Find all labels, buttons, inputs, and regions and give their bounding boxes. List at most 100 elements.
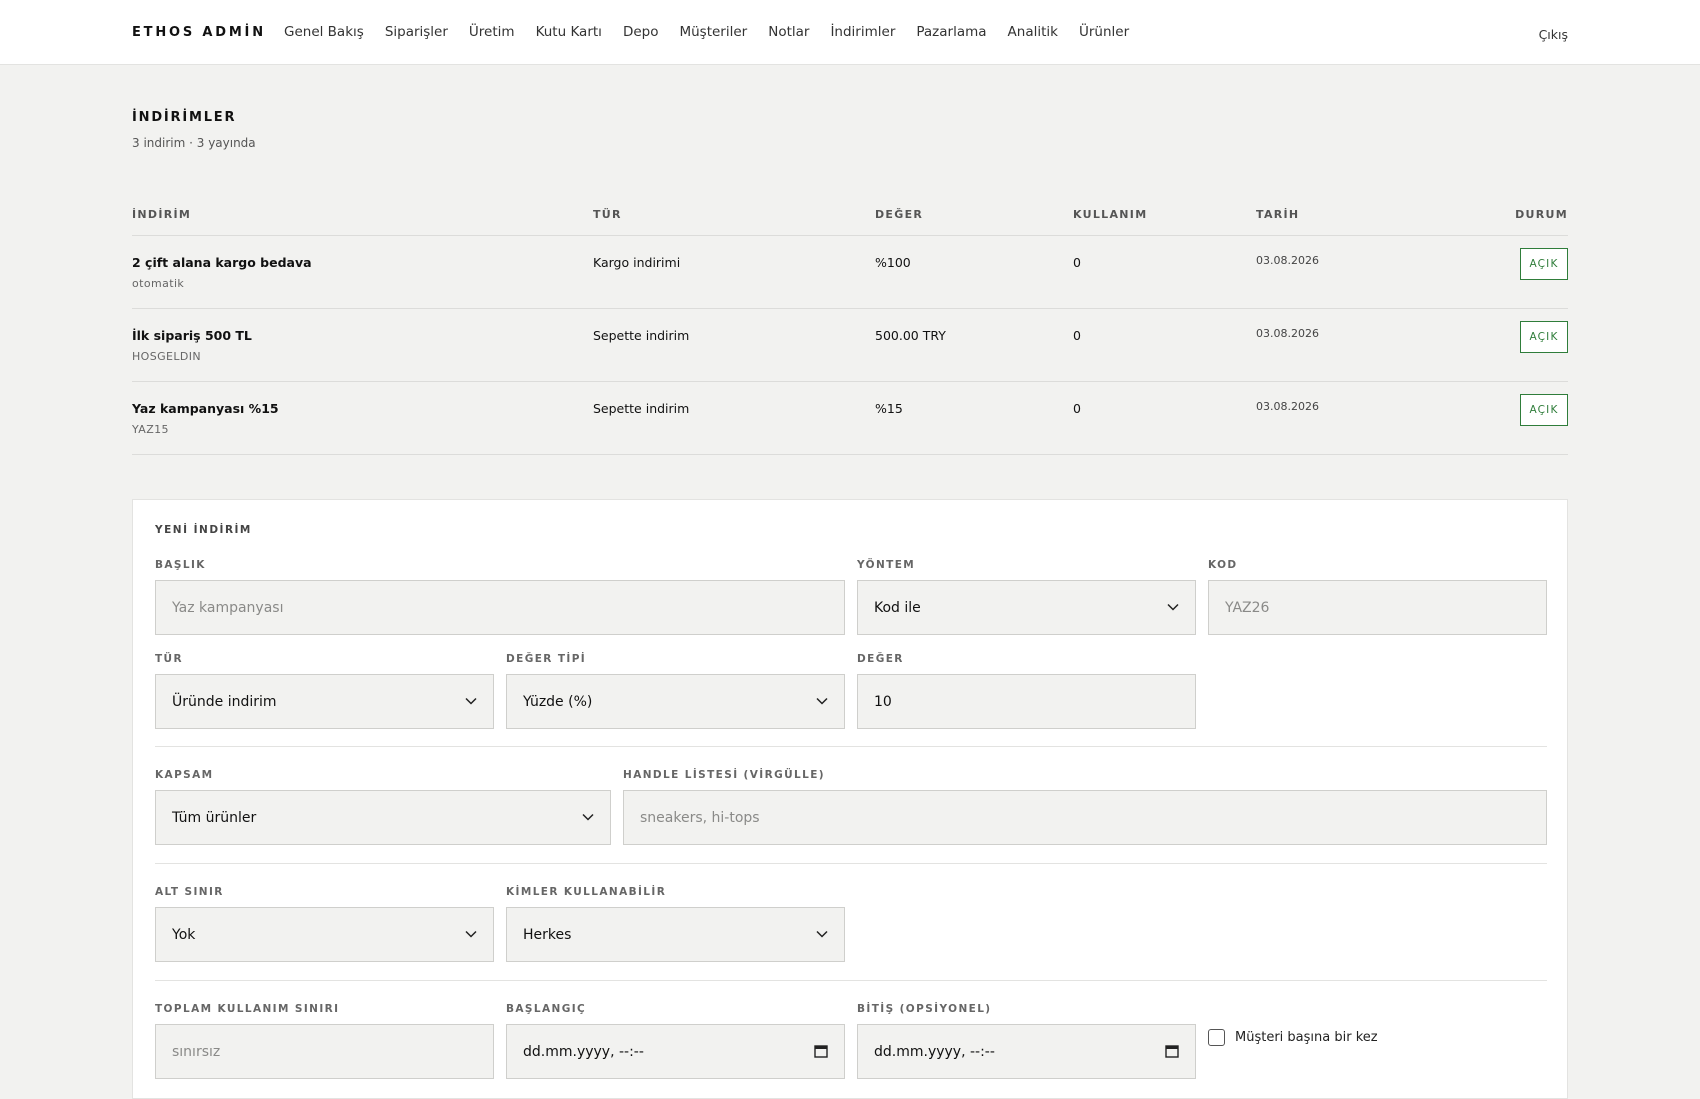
end-date-value: dd.mm.yyyy, --:--: [874, 1043, 995, 1060]
discount-date: 03.08.2026: [1256, 400, 1319, 413]
discount-table-header: İNDİRİM TÜR DEĞER KULLANIM TARİH DURUM: [132, 208, 1568, 236]
once-per-customer-option[interactable]: Müşteri başına bir kez: [1208, 1029, 1378, 1046]
discount-date: 03.08.2026: [1256, 327, 1319, 340]
chevron-down-icon: [582, 813, 594, 821]
column-header-status: DURUM: [1515, 208, 1568, 221]
discount-type: Kargo indirimi: [593, 255, 681, 270]
discount-date: 03.08.2026: [1256, 254, 1319, 267]
value-input-value: 10: [874, 693, 892, 710]
discount-usage: 0: [1073, 255, 1081, 270]
code-label: KOD: [1208, 559, 1238, 571]
column-header-value: DEĞER: [875, 208, 924, 221]
table-row[interactable]: İlk sipariş 500 TL HOSGELDIN Sepette ind…: [132, 309, 1568, 382]
scope-select-value: Tüm ürünler: [172, 809, 257, 826]
nav-item-discounts[interactable]: İndirimler: [830, 24, 895, 40]
nav-item-notes[interactable]: Notlar: [768, 24, 809, 40]
nav-item-customers[interactable]: Müşteriler: [679, 24, 747, 40]
code-input-placeholder: YAZ26: [1225, 599, 1270, 616]
discount-code: otomatik: [132, 277, 185, 290]
panel-title: YENİ İNDİRİM: [155, 524, 252, 536]
method-select-value: Kod ile: [874, 599, 921, 616]
table-row[interactable]: Yaz kampanyası %15 YAZ15 Sepette indirim…: [132, 382, 1568, 455]
method-select[interactable]: Kod ile: [857, 580, 1196, 635]
chevron-down-icon: [465, 930, 477, 938]
section-divider: [155, 980, 1547, 981]
discount-code: YAZ15: [132, 423, 169, 436]
usage-limit-input[interactable]: sınırsız: [155, 1024, 494, 1079]
chevron-down-icon: [816, 697, 828, 705]
scope-select[interactable]: Tüm ürünler: [155, 790, 611, 845]
discount-name: 2 çift alana kargo bedava: [132, 255, 312, 270]
discount-type: Sepette indirim: [593, 328, 690, 343]
value-type-label: DEĞER TİPİ: [506, 653, 587, 665]
discount-usage: 0: [1073, 401, 1081, 416]
column-header-usage: KULLANIM: [1073, 208, 1148, 221]
end-date-label: BİTİŞ (OPSİYONEL): [857, 1003, 992, 1015]
usage-limit-placeholder: sınırsız: [172, 1043, 221, 1060]
code-input[interactable]: YAZ26: [1208, 580, 1547, 635]
method-label: YÖNTEM: [857, 559, 916, 571]
logout-link[interactable]: Çıkış: [1539, 27, 1568, 42]
chevron-down-icon: [465, 697, 477, 705]
status-badge[interactable]: AÇIK: [1520, 394, 1568, 426]
end-date-input[interactable]: dd.mm.yyyy, --:--: [857, 1024, 1196, 1079]
eligibility-select[interactable]: Herkes: [506, 907, 845, 962]
discount-name: İlk sipariş 500 TL: [132, 328, 252, 343]
section-divider: [155, 863, 1547, 864]
page-title: İNDİRİMLER: [132, 110, 237, 125]
nav-item-products[interactable]: Ürünler: [1079, 24, 1129, 40]
discount-code: HOSGELDIN: [132, 350, 202, 363]
eligibility-label: KİMLER KULLANABİLİR: [506, 886, 667, 898]
type-select[interactable]: Üründe indirim: [155, 674, 494, 729]
discount-value: %100: [875, 255, 911, 270]
calendar-icon[interactable]: [814, 1044, 828, 1058]
top-navigation-bar: ETHOS ADMİN Genel Bakış Siparişler Üreti…: [0, 0, 1700, 65]
status-badge[interactable]: AÇIK: [1520, 248, 1568, 280]
eligibility-select-value: Herkes: [523, 926, 572, 943]
column-header-date: TARİH: [1256, 208, 1300, 221]
scope-label: KAPSAM: [155, 769, 214, 781]
usage-limit-label: TOPLAM KULLANIM SINIRI: [155, 1003, 340, 1015]
calendar-icon[interactable]: [1165, 1044, 1179, 1058]
handles-input[interactable]: sneakers, hi-tops: [623, 790, 1547, 845]
checkbox-icon[interactable]: [1208, 1029, 1225, 1046]
chevron-down-icon: [1167, 603, 1179, 611]
min-requirement-select[interactable]: Yok: [155, 907, 494, 962]
table-row[interactable]: 2 çift alana kargo bedava otomatik Kargo…: [132, 236, 1568, 309]
title-input-placeholder: Yaz kampanyası: [172, 599, 284, 616]
new-discount-panel: YENİ İNDİRİM BAŞLIK Yaz kampanyası YÖNTE…: [132, 499, 1568, 1099]
nav-item-production[interactable]: Üretim: [469, 24, 515, 40]
status-badge[interactable]: AÇIK: [1520, 321, 1568, 353]
nav-item-analytics[interactable]: Analitik: [1008, 24, 1058, 40]
start-date-value: dd.mm.yyyy, --:--: [523, 1043, 644, 1060]
value-type-select[interactable]: Yüzde (%): [506, 674, 845, 729]
start-date-input[interactable]: dd.mm.yyyy, --:--: [506, 1024, 845, 1079]
discount-value: 500.00 TRY: [875, 328, 946, 343]
column-header-discount: İNDİRİM: [132, 208, 192, 221]
discount-value: %15: [875, 401, 903, 416]
once-per-customer-label: Müşteri başına bir kez: [1235, 1030, 1378, 1045]
page-subtitle: 3 indirim · 3 yayında: [132, 136, 256, 150]
discount-name: Yaz kampanyası %15: [132, 401, 279, 416]
type-label: TÜR: [155, 653, 183, 665]
nav-item-warehouse[interactable]: Depo: [623, 24, 659, 40]
nav-item-box-card[interactable]: Kutu Kartı: [536, 24, 602, 40]
value-input[interactable]: 10: [857, 674, 1196, 729]
title-input[interactable]: Yaz kampanyası: [155, 580, 845, 635]
column-header-type: TÜR: [593, 208, 622, 221]
type-select-value: Üründe indirim: [172, 693, 277, 710]
brand-logo[interactable]: ETHOS ADMİN: [132, 25, 266, 40]
start-date-label: BAŞLANGIÇ: [506, 1003, 587, 1015]
discount-usage: 0: [1073, 328, 1081, 343]
handles-label: HANDLE LİSTESİ (VİRGÜLLE): [623, 769, 825, 781]
value-type-select-value: Yüzde (%): [523, 693, 593, 710]
section-divider: [155, 746, 1547, 747]
chevron-down-icon: [816, 930, 828, 938]
nav-item-overview[interactable]: Genel Bakış: [284, 24, 364, 40]
min-requirement-select-value: Yok: [172, 926, 196, 943]
handles-input-placeholder: sneakers, hi-tops: [640, 809, 760, 826]
value-label: DEĞER: [857, 653, 904, 665]
main-nav: Genel Bakış Siparişler Üretim Kutu Kartı…: [284, 24, 1129, 40]
nav-item-marketing[interactable]: Pazarlama: [916, 24, 986, 40]
nav-item-orders[interactable]: Siparişler: [385, 24, 448, 40]
